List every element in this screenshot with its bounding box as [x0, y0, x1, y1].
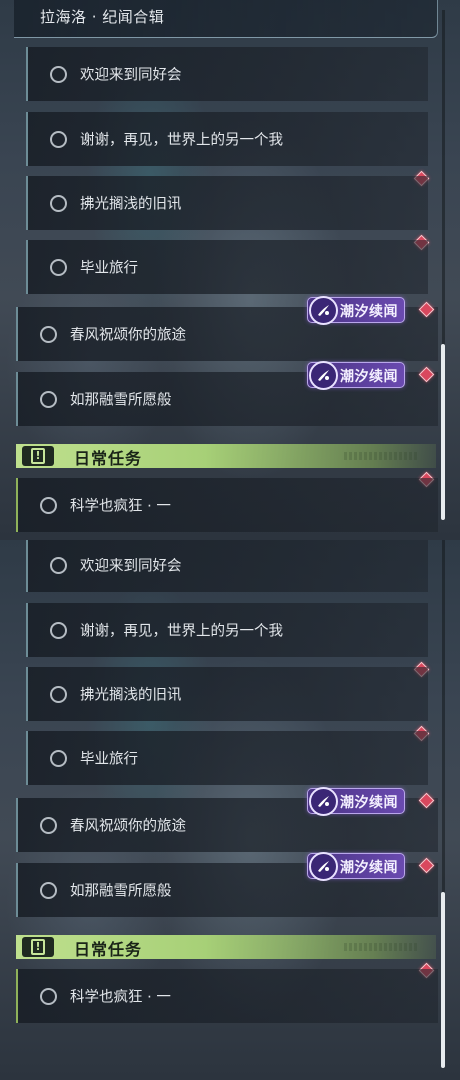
quest-status-circle-icon	[50, 686, 67, 703]
quest-status-circle-icon	[50, 750, 67, 767]
quest-status-circle-icon	[50, 622, 67, 639]
quest-item-old-news[interactable]: 拂光搁浅的旧讯	[26, 176, 428, 230]
tide-swirl-icon	[309, 787, 338, 816]
quest-panel-bottom: 欢迎来到同好会 谢谢，再见，世界上的另一个我 拂光搁浅的旧讯 毕业旅行 春风祝颂…	[0, 540, 460, 1080]
quest-label: 如那融雪所愿般	[70, 392, 172, 409]
scrollbar-thumb[interactable]	[441, 344, 445, 520]
scrollbar-thumb[interactable]	[441, 892, 445, 1068]
tide-swirl-icon	[309, 361, 338, 390]
tide-sequel-label: 潮汐续闻	[340, 304, 398, 320]
quest-label: 春风祝颂你的旅途	[70, 818, 186, 835]
quest-item-science-crazy[interactable]: 科学也疯狂 · 一	[16, 969, 438, 1023]
quest-group-header[interactable]: 拉海洛 · 纪闻合辑	[14, 0, 438, 38]
quest-status-circle-icon	[50, 131, 67, 148]
quest-item-goodbye[interactable]: 谢谢，再见，世界上的另一个我	[26, 603, 428, 657]
tide-sequel-label: 潮汐续闻	[340, 369, 398, 385]
tide-sequel-badge: 潮汐续闻	[307, 361, 405, 390]
quest-status-circle-icon	[50, 195, 67, 212]
tide-swirl-icon	[309, 852, 338, 881]
tide-sequel-label: 潮汐续闻	[340, 795, 398, 811]
header-decoration	[344, 452, 418, 460]
daily-quests-title: 日常任务	[74, 449, 143, 468]
quest-status-circle-icon	[40, 326, 57, 343]
quest-status-circle-icon	[50, 259, 67, 276]
quest-item-welcome[interactable]: 欢迎来到同好会	[26, 47, 428, 101]
quest-status-circle-icon	[40, 882, 57, 899]
quest-status-circle-icon	[40, 817, 57, 834]
tide-sequel-badge: 潮汐续闻	[307, 296, 405, 325]
alert-icon: !	[22, 937, 54, 957]
daily-quests-title: 日常任务	[74, 940, 143, 959]
quest-label: 欢迎来到同好会	[80, 67, 182, 84]
quest-label: 谢谢，再见，世界上的另一个我	[80, 623, 283, 640]
alert-icon: !	[22, 446, 54, 466]
daily-quests-header[interactable]: ! 日常任务	[16, 935, 436, 959]
quest-item-goodbye[interactable]: 谢谢，再见，世界上的另一个我	[26, 112, 428, 166]
quest-item-science-crazy[interactable]: 科学也疯狂 · 一	[16, 478, 438, 532]
quest-status-circle-icon	[40, 497, 57, 514]
quest-item-graduation-trip[interactable]: 毕业旅行	[26, 240, 428, 294]
quest-label: 毕业旅行	[80, 260, 138, 277]
quest-status-circle-icon	[50, 557, 67, 574]
quest-label: 科学也疯狂 · 一	[70, 498, 171, 515]
quest-label: 拂光搁浅的旧讯	[80, 687, 182, 704]
daily-quests-header[interactable]: ! 日常任务	[16, 444, 436, 468]
quest-group-title: 拉海洛 · 纪闻合辑	[40, 8, 165, 26]
tide-swirl-icon	[309, 296, 338, 325]
tide-sequel-label: 潮汐续闻	[340, 860, 398, 876]
tide-sequel-badge: 潮汐续闻	[307, 852, 405, 881]
tide-sequel-badge: 潮汐续闻	[307, 787, 405, 816]
quest-label: 科学也疯狂 · 一	[70, 989, 171, 1006]
quest-item-welcome[interactable]: 欢迎来到同好会	[26, 540, 428, 592]
quest-status-circle-icon	[40, 988, 57, 1005]
quest-status-circle-icon	[50, 66, 67, 83]
quest-label: 谢谢，再见，世界上的另一个我	[80, 132, 283, 149]
quest-label: 拂光搁浅的旧讯	[80, 196, 182, 213]
quest-status-circle-icon	[40, 391, 57, 408]
quest-panel-top: 拉海洛 · 纪闻合辑 欢迎来到同好会 谢谢，再见，世界上的另一个我 拂光搁浅的旧…	[0, 0, 460, 540]
quest-label: 春风祝颂你的旅途	[70, 327, 186, 344]
quest-item-old-news[interactable]: 拂光搁浅的旧讯	[26, 667, 428, 721]
quest-label: 毕业旅行	[80, 751, 138, 768]
header-decoration	[344, 943, 418, 951]
quest-item-graduation-trip[interactable]: 毕业旅行	[26, 731, 428, 785]
quest-label: 如那融雪所愿般	[70, 883, 172, 900]
quest-label: 欢迎来到同好会	[80, 558, 182, 575]
